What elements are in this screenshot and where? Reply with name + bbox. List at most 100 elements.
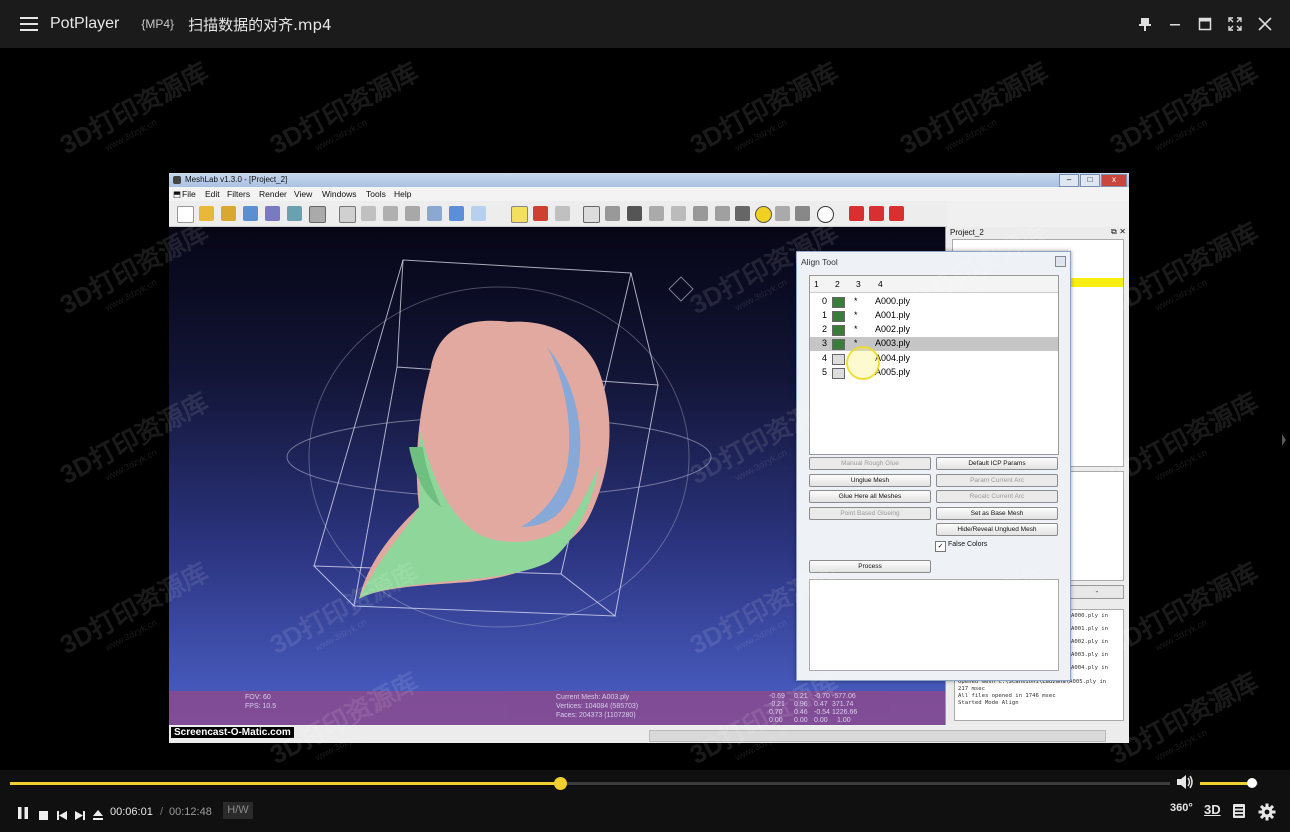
fps-text: FPS: 10.5: [245, 703, 277, 710]
matrix-cell: -0.70: [814, 693, 830, 700]
matrix-cell: -577.06: [832, 693, 856, 700]
log-line: A002.ply in: [1071, 639, 1109, 645]
new-file-icon: [177, 206, 194, 223]
matrix-cell: -0.21: [769, 701, 785, 708]
dock-minus-icon: -: [1070, 585, 1124, 599]
false-colors-checkbox: ✓: [935, 541, 946, 552]
mesh-index: 3: [822, 338, 828, 348]
meshlab-maximize-icon: □: [1080, 174, 1100, 187]
mesh-index: 1: [822, 310, 828, 320]
mesh-name: A000.ply: [875, 296, 911, 306]
align-icon: [755, 206, 772, 223]
open-folder-icon: [199, 206, 214, 221]
next-button[interactable]: [74, 806, 86, 825]
mesh-row: 2 * A002.ply: [810, 323, 1058, 337]
align-tool-dialog: Align Tool ▫ 1 2 3 4 0 * A000.ply 1 * A0…: [796, 251, 1071, 681]
file-name: 扫描数据的对齐.mp4: [188, 15, 332, 34]
volume-button[interactable]: [1176, 774, 1194, 794]
matrix-cell: 0.47: [814, 701, 828, 708]
matrix-cell: 0.00: [814, 717, 828, 724]
mesh-index: 5: [822, 367, 828, 377]
recalc-current-arc-button: Recalc Current Arc: [936, 490, 1058, 503]
seek-bar[interactable]: [10, 777, 1170, 790]
player-controls: 00:06:01 / 00:12:48 H/W 360° 3D: [0, 770, 1290, 832]
mesh-glue-mark: *: [854, 324, 858, 334]
meshlab-menu-tools: Tools: [366, 189, 386, 199]
mesh-glue-mark: *: [854, 296, 858, 306]
edit-icon: [715, 206, 730, 221]
meshlab-window-title: MeshLab v1.3.0 - [Project_2]: [185, 175, 288, 184]
mesh-index: 2: [822, 324, 828, 334]
next-icon: [75, 811, 85, 820]
eject-button[interactable]: [92, 806, 104, 825]
video-frame: MeshLab v1.3.0 - [Project_2] – □ x ⬒ Fil…: [169, 173, 1129, 743]
visibility-icon: [832, 354, 845, 365]
pin-button[interactable]: [1130, 9, 1160, 39]
maximize-button[interactable]: [1190, 9, 1220, 39]
volume-slider[interactable]: [1200, 778, 1258, 788]
mesh-index: 0: [822, 296, 828, 306]
matrix-cell: 0.00: [794, 717, 808, 724]
meshlab-status-bar: [169, 726, 1129, 743]
hamburger-menu-icon[interactable]: [20, 17, 38, 31]
matrix-cell: 371.74: [832, 701, 854, 708]
vr-360-button[interactable]: 360°: [1170, 802, 1193, 814]
mesh-name: A003.ply: [875, 338, 911, 348]
delete-face-icon: [869, 206, 884, 221]
wireframe-icon: [383, 206, 398, 221]
video-surface[interactable]: MeshLab v1.3.0 - [Project_2] – □ x ⬒ Fil…: [4, 48, 1286, 770]
playlist-button[interactable]: [1232, 803, 1246, 823]
visibility-icon: [832, 339, 845, 350]
reload-icon: [243, 206, 258, 221]
default-icp-params-button: Default ICP Params: [936, 457, 1058, 470]
total-time: 00:12:48: [169, 806, 212, 818]
vertices-text: Vertices: 104084 (585703): [556, 703, 639, 710]
mesh-tree-header: 1 2 3 4: [810, 276, 1058, 293]
3d-mode-button[interactable]: 3D: [1204, 802, 1221, 817]
glue-all-meshes-button: Glue Here all Meshes: [809, 490, 931, 503]
maximize-icon: [1198, 17, 1212, 31]
matrix-cell: 0.46: [794, 709, 808, 716]
previous-button[interactable]: [56, 806, 68, 825]
visibility-icon: [832, 325, 845, 336]
log-line: All files opened in 1746 msec: [958, 693, 1056, 699]
matrix-cell: 1226.66: [832, 709, 858, 716]
meshlab-menu-render: Render: [259, 189, 287, 199]
align-tool-close-icon: ▫: [1055, 256, 1066, 267]
close-button[interactable]: [1250, 9, 1280, 39]
align-log-area: [809, 579, 1059, 671]
watermark: 3D打印资源库www.3dzyk.cn: [1104, 56, 1264, 160]
pause-button[interactable]: [17, 805, 29, 824]
settings-button[interactable]: [1258, 803, 1276, 825]
cursor-highlight: [846, 346, 880, 380]
measure-icon: [605, 206, 620, 221]
mesh-name: A005.ply: [875, 367, 911, 377]
manual-rough-glue-button: Manual Rough Glue: [809, 457, 931, 470]
matrix-cell: 1.00: [837, 717, 851, 724]
double-light-icon: [555, 206, 570, 221]
fullscreen-button[interactable]: [1220, 9, 1250, 39]
false-colors-label: False Colors: [948, 541, 988, 548]
matrix-cell: 0.00: [769, 717, 783, 724]
stop-button[interactable]: [38, 806, 49, 825]
hw-decoder-badge[interactable]: H/W: [223, 802, 253, 819]
mesh-tree: 1 2 3 4 0 * A000.ply 1 * A001.ply 2 * A0…: [809, 275, 1059, 455]
dock-title: Project_2: [950, 228, 984, 237]
matrix-cell: -0.69: [769, 693, 785, 700]
volume-handle[interactable]: [1247, 778, 1258, 788]
minimize-button[interactable]: [1160, 9, 1190, 39]
meshlab-menu-bar: ⬒ File Edit Filters Render View Windows …: [169, 187, 1129, 201]
open-project-icon: [221, 206, 236, 221]
process-button: Process: [809, 560, 931, 573]
mesh-index: 4: [822, 353, 828, 363]
save-icon: [265, 206, 280, 221]
meshlab-minimize-icon: –: [1059, 174, 1079, 187]
meshlab-logo-icon: [173, 176, 181, 184]
volume-level: [1200, 782, 1253, 785]
side-panel-toggle-icon[interactable]: [1282, 431, 1286, 446]
seek-bar-handle[interactable]: [553, 777, 567, 790]
col-header: 4: [878, 279, 883, 289]
col-header: 2: [835, 279, 840, 289]
meshlab-menu-view: View: [294, 189, 313, 199]
light-icon: [511, 206, 528, 223]
